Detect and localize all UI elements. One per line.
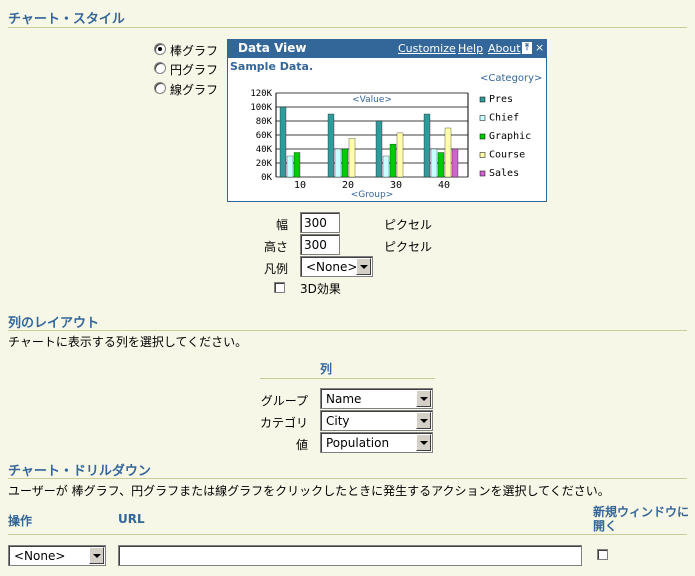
value-select[interactable]: Population [320,432,433,453]
legend-select[interactable]: <None> [300,256,373,277]
category-select[interactable]: City [320,410,433,431]
drilldown-title: チャート・ドリルダウン [8,464,151,479]
line-chart-label: 線グラフ [170,83,219,97]
legend-label: 凡例 [263,262,288,276]
y-tick-label: 120K [250,89,272,99]
category-axis-label: <Category> [480,73,542,84]
legend-label: Chief [489,113,519,124]
bar [279,106,287,178]
about-link[interactable]: About [488,42,521,55]
y-tick-label: 0K [261,173,272,183]
category-label: カテゴリ [259,416,308,430]
bar-chart-label: 棒グラフ [170,44,219,58]
x-tick-label: 20 [342,180,354,191]
bar [341,148,349,178]
bar [334,148,342,178]
legend-label: Graphic [489,131,531,142]
help-link[interactable]: Help [458,42,483,55]
group-axis-label: <Group> [351,190,393,200]
y-tick-label: 80K [256,117,273,127]
chart-preview: Data View Customize Help About ⤒ × Sampl… [227,39,547,202]
x-tick-label: 10 [294,180,306,191]
section-rule [8,27,687,28]
height-label: 高さ [263,240,288,254]
bar-chart-radio[interactable] [154,43,166,55]
legend-swatch [479,133,486,140]
y-tick-label: 60K [256,131,273,141]
legend-swatch [479,152,486,158]
close-icon[interactable]: × [535,41,544,54]
new-window-column-header: 新規ウィンドウに開く [593,505,690,533]
action-column-header: 操作 [8,514,33,528]
action-select[interactable]: <None> [8,545,106,566]
value-label: 値 [295,438,308,452]
bar [437,152,445,178]
chevron-down-icon[interactable] [416,434,431,451]
bar [382,155,390,178]
column-header-rule [260,378,435,379]
chevron-down-icon[interactable] [416,412,431,429]
section-rule [8,330,687,331]
chart-preview-title: Data View [238,41,307,55]
x-tick-label: 30 [390,180,402,191]
group-select[interactable]: Name [320,388,433,409]
width-unit: ピクセル [384,218,433,232]
bar [423,113,431,178]
value-axis-label: <Value> [352,95,392,105]
url-input[interactable] [118,545,582,566]
width-label: 幅 [275,218,288,232]
bar [389,143,397,178]
pin-icon[interactable]: ⤒ [522,42,532,54]
3d-effect-checkbox[interactable] [274,282,285,293]
chart-style-title: チャート・スタイル [8,12,125,27]
legend-swatch [479,170,486,177]
legend-label: Course [489,150,525,161]
action-select-value: <None> [14,549,66,563]
new-window-checkbox[interactable] [597,549,608,560]
customize-link[interactable]: Customize [398,42,456,55]
y-tick-label: 100K [250,103,272,113]
y-tick-label: 40K [256,145,273,155]
chevron-down-icon[interactable] [356,258,371,275]
y-tick-label: 20K [256,159,273,169]
chevron-down-icon[interactable] [89,547,104,564]
legend-swatch [479,115,486,121]
3d-effect-label: 3D効果 [300,282,341,296]
section-rule [8,478,687,479]
drilldown-description: ユーザーが 棒グラフ、円グラフまたは線グラフをクリックしたときに発生するアクショ… [8,484,610,498]
bar [286,155,294,178]
bar [396,132,404,178]
bar [348,138,356,178]
legend-label: Pres [489,94,513,105]
chart-subtitle: Sample Data. [230,60,313,73]
bar [375,120,383,178]
group-label: グループ [260,394,308,408]
chart-preview-titlebar: Data View Customize Help About ⤒ × [228,40,546,58]
legend-label: Sales [489,168,519,179]
group-select-value: Name [326,392,362,406]
height-unit: ピクセル [384,240,433,254]
bar [293,152,301,178]
column-header: 列 [320,362,333,376]
legend-swatch [479,96,486,103]
pie-chart-label: 円グラフ [170,63,219,77]
bar [444,127,452,178]
column-layout-description: チャートに表示する列を選択してください。 [8,335,248,349]
category-select-value: City [326,414,350,428]
x-tick-label: 40 [438,180,450,191]
drilldown-header-rule [8,534,687,535]
bar [430,148,438,178]
height-input[interactable] [300,234,340,255]
legend-select-value: <None> [306,260,358,274]
width-input[interactable] [300,212,340,233]
chevron-down-icon[interactable] [416,390,431,407]
bar [451,148,459,178]
pie-chart-radio[interactable] [154,62,166,74]
line-chart-radio[interactable] [154,82,166,94]
bar-chart-svg: Sample Data. <Category> <Value> <Group> 0K 20… [230,60,542,200]
column-layout-title: 列のレイアウト [8,316,100,331]
url-column-header: URL [118,512,145,526]
bar [327,113,335,178]
value-select-value: Population [326,436,390,450]
